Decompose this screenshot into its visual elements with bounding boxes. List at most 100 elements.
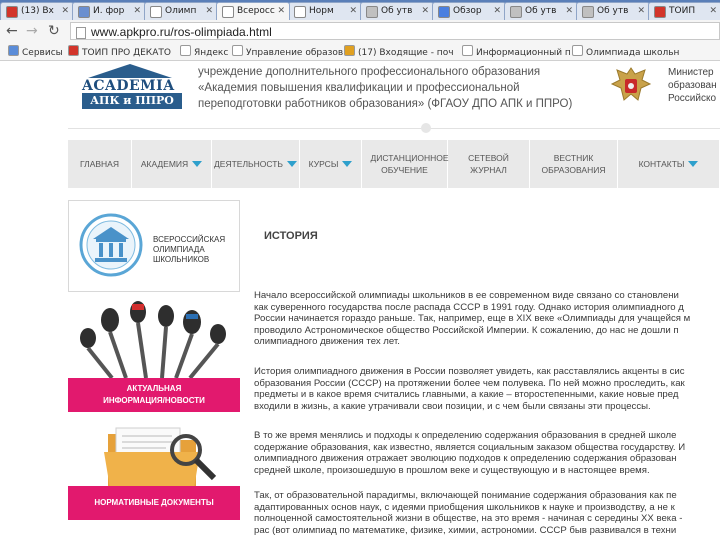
institution-line: переподготовки работников образования» (… [198, 98, 573, 110]
browser-toolbar: ← → ↻ www.apkpro.ru/ros-olimpiada.html [0, 20, 720, 43]
institution-line: учреждение дополнительного профессиональ… [198, 66, 541, 78]
browser-tab[interactable]: Об утв ✕ [360, 2, 434, 20]
google-favicon-icon [438, 6, 450, 18]
menu-item-label: АКАДЕМИЯ [140, 159, 189, 169]
paragraph-line: содержание образования, как известно, яв… [254, 441, 686, 453]
bookmark-item[interactable]: Сервисы [8, 45, 63, 58]
browser-tab[interactable]: Об утв ✕ [504, 2, 578, 20]
browser-tab[interactable]: Об утв ✕ [576, 2, 650, 20]
menu-item[interactable]: ВЕСТНИК ОБРАЗОВАНИЯ [530, 140, 618, 188]
tab-close-icon[interactable]: ✕ [421, 6, 429, 16]
documents-tile[interactable]: НОРМАТИВНЫЕ ДОКУМЕНТЫ [68, 420, 240, 520]
olympiad-emblem-icon [79, 213, 143, 277]
news-caption-line: ИНФОРМАЦИЯ/НОВОСТИ [103, 396, 205, 405]
menu-item-label: ДИСТАНЦИОННОЕ ОБУЧЕНИЕ [370, 153, 449, 175]
tab-close-icon[interactable]: ✕ [709, 6, 717, 16]
bookmark-label: ТОИП ПРО ДЕКАТО [82, 48, 171, 58]
address-bar[interactable]: www.apkpro.ru/ros-olimpiada.html [70, 22, 720, 40]
browser-tab[interactable]: (13) Вх ✕ [0, 2, 74, 20]
tab-close-icon[interactable]: ✕ [637, 6, 645, 16]
paragraph-line: России начинается гораздо раньше. Так, н… [254, 313, 691, 325]
news-caption-line: АКТУАЛЬНАЯ [126, 384, 182, 393]
menu-item-label: ГЛАВНАЯ [80, 159, 119, 169]
menu-item[interactable]: ДИСТАНЦИОННОЕ ОБУЧЕНИЕ [362, 140, 449, 188]
browser-tab-strip: (13) Вх ✕ И. фор ✕ Олимп ✕ Всеросс ✕ Норм ✕ Об утв… [0, 0, 720, 20]
tab-close-icon[interactable]: ✕ [277, 6, 285, 16]
olympiad-title-line: ОЛИМПИАДА [153, 245, 205, 254]
news-caption: АКТУАЛЬНАЯ ИНФОРМАЦИЯ/НОВОСТИ [68, 378, 240, 412]
bookmark-favicon-icon [232, 45, 243, 56]
paragraph-line: полноценной самостоятельной жизни в обще… [254, 513, 683, 525]
tab-label: Об утв [597, 6, 629, 16]
tab-label: И. фор [93, 6, 125, 16]
bookmark-label: Управление образов [246, 48, 344, 58]
menu-item[interactable]: ДЕЯТЕЛЬНОСТЬ [212, 140, 300, 188]
menu-item[interactable]: СЕТЕВОЙ ЖУРНАЛ [448, 140, 530, 188]
bookmark-favicon-icon [344, 45, 355, 56]
bookmark-item[interactable]: Информационный п [462, 45, 571, 58]
chevron-down-icon [286, 161, 297, 167]
documents-caption: НОРМАТИВНЫЕ ДОКУМЕНТЫ [68, 486, 240, 520]
menu-item[interactable]: КОНТАКТЫ [618, 140, 720, 188]
page-favicon-icon [294, 6, 306, 18]
tab-label: Норм [309, 6, 334, 16]
ministry-line: Российско [668, 93, 717, 104]
paragraph-line: предметы и в какое время считались главн… [254, 389, 679, 401]
bookmark-item[interactable]: Управление образов [232, 45, 343, 58]
article-paragraph: В то же время менялись и подходы к опред… [254, 430, 720, 476]
page-title: ИСТОРИЯ [264, 230, 318, 242]
academia-logo[interactable]: ACADEMIA АПК и ППРО [82, 64, 182, 110]
paragraph-line: образования России (СССР) на протяжении … [254, 377, 685, 389]
page-favicon-icon [654, 6, 666, 18]
browser-tab[interactable]: Олимп ✕ [144, 2, 218, 20]
url-text: www.apkpro.ru/ros-olimpiada.html [91, 25, 272, 39]
tab-label: Об утв [381, 6, 413, 16]
tab-close-icon[interactable]: ✕ [61, 6, 69, 16]
olympiad-banner[interactable]: ВСЕРОССИЙСКАЯ ОЛИМПИАДА ШКОЛЬНИКОВ [68, 200, 240, 292]
logo-wordmark: ACADEMIA [82, 78, 175, 94]
paragraph-line: олимпиадного движения тех лет. [254, 336, 400, 348]
ministry-name[interactable]: Министер образован Российско [668, 66, 720, 105]
news-tile[interactable]: АКТУАЛЬНАЯ ИНФОРМАЦИЯ/НОВОСТИ [68, 298, 240, 412]
browser-tab[interactable]: Обзор ✕ [432, 2, 506, 20]
bookmark-favicon-icon [8, 45, 19, 56]
russian-coat-of-arms-icon [610, 67, 652, 101]
paragraph-line: как суверенного государства после распад… [254, 301, 684, 313]
page-icon [76, 27, 86, 39]
tab-close-icon[interactable]: ✕ [493, 6, 501, 16]
chevron-down-icon [688, 161, 699, 167]
browser-tab[interactable]: Норм ✕ [288, 2, 362, 20]
tab-close-icon[interactable]: ✕ [133, 6, 141, 16]
bookmark-favicon-icon [572, 45, 583, 56]
menu-item[interactable]: ГЛАВНАЯ [68, 140, 132, 188]
forward-arrow-icon[interactable]: → [26, 23, 38, 39]
bookmark-label: Сервисы [22, 48, 63, 58]
header-divider [68, 128, 720, 129]
browser-tab[interactable]: ТОИП ✕ [648, 2, 720, 20]
bookmark-favicon-icon [462, 45, 473, 56]
bookmark-item[interactable]: ТОИП ПРО ДЕКАТО [68, 45, 171, 58]
tab-close-icon[interactable]: ✕ [349, 6, 357, 16]
tab-close-icon[interactable]: ✕ [565, 6, 573, 16]
browser-tab[interactable]: И. фор ✕ [72, 2, 146, 20]
bookmark-item[interactable]: Яндекс [180, 45, 228, 58]
menu-item-label: ДЕЯТЕЛЬНОСТЬ [214, 159, 283, 169]
paragraph-line: В то же время менялись и подходы к опред… [254, 430, 677, 441]
favicon-icon [510, 6, 522, 18]
main-menu: ГЛАВНАЯ АКАДЕМИЯ ДЕЯТЕЛЬНОСТЬ КУРСЫ ДИСТАНЦИ… [68, 140, 720, 188]
menu-item[interactable]: КУРСЫ [300, 140, 362, 188]
bookmark-item[interactable]: (17) Входящие - поч [344, 45, 454, 58]
menu-item-label: КОНТАКТЫ [638, 159, 685, 169]
paragraph-line: Так, от образовательной парадигмы, включ… [254, 490, 677, 501]
bookmarks-bar: Сервисы ТОИП ПРО ДЕКАТО Яндекс Управление о… [0, 42, 720, 61]
paragraph-line: олимпиадного движения отражает эволюцию … [254, 453, 677, 465]
reload-icon[interactable]: ↻ [48, 23, 60, 39]
favicon-icon [582, 6, 594, 18]
back-arrow-icon[interactable]: ← [6, 23, 18, 39]
bookmark-favicon-icon [180, 45, 191, 56]
menu-item[interactable]: АКАДЕМИЯ [132, 140, 212, 188]
browser-tab[interactable]: Всеросс ✕ [216, 2, 290, 20]
bookmark-item[interactable]: Олимпиада школьн [572, 45, 679, 58]
article-paragraph: Так, от образовательной парадигмы, включ… [254, 490, 720, 536]
tab-close-icon[interactable]: ✕ [205, 6, 213, 16]
